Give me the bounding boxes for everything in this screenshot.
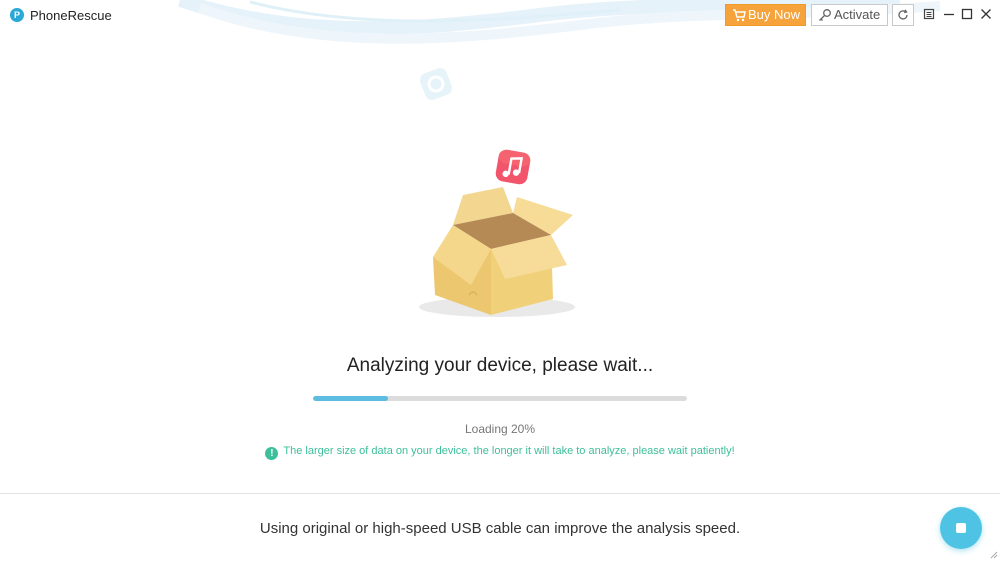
minimize-button[interactable]	[942, 7, 956, 21]
maximize-button[interactable]	[960, 7, 974, 21]
refresh-icon	[898, 9, 908, 20]
stop-button[interactable]	[940, 507, 982, 549]
minimize-icon	[944, 13, 954, 16]
analysis-heading: Analyzing your device, please wait...	[346, 355, 654, 376]
close-icon	[981, 9, 991, 19]
usb-tip: Using original or high-speed USB cable c…	[259, 520, 741, 537]
cart-icon	[733, 9, 746, 22]
app-title: PhoneRescue	[30, 8, 112, 23]
activate-button[interactable]: Activate	[811, 4, 888, 26]
buy-now-label: Buy Now	[748, 7, 801, 22]
buy-now-button[interactable]: Buy Now	[725, 4, 806, 26]
app-logo-icon: P	[10, 8, 24, 22]
progress-bar	[313, 396, 687, 401]
maximize-icon	[961, 8, 973, 20]
loading-status: Loading 20%	[464, 422, 536, 436]
stop-icon	[956, 523, 966, 533]
title-bar: P PhoneRescue Buy Now Activate	[0, 0, 1000, 32]
analysis-hint: ! The larger size of data on your device,…	[0, 445, 1000, 460]
menu-button[interactable]	[922, 7, 936, 21]
refresh-button[interactable]	[892, 4, 914, 26]
music-note-icon	[495, 149, 531, 185]
menu-icon	[923, 8, 935, 20]
activate-label: Activate	[834, 7, 881, 22]
key-icon	[819, 9, 831, 21]
footer-divider	[0, 493, 1000, 494]
open-box-illustration	[419, 149, 575, 317]
hint-text: The larger size of data on your device, …	[283, 445, 735, 457]
resize-grip-icon[interactable]	[989, 550, 998, 559]
close-button[interactable]	[979, 7, 993, 21]
progress-bar-fill	[313, 396, 388, 401]
exclamation-icon: !	[265, 447, 279, 460]
